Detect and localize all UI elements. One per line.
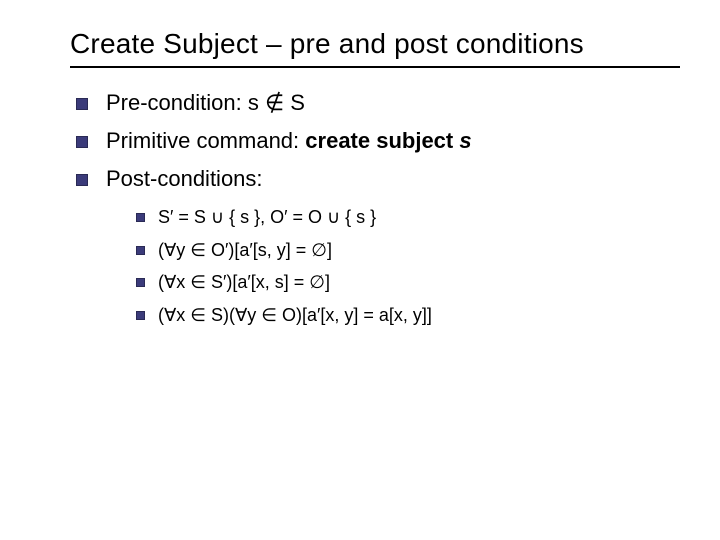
- notin-symbol: ∉: [265, 90, 284, 115]
- primcmd-italic-s: s: [459, 128, 471, 153]
- bullet-primitive-command: Primitive command: create subject s: [70, 124, 680, 158]
- title-underline: [70, 66, 680, 68]
- primcmd-prefix: Primitive command:: [106, 128, 305, 153]
- bullet-postconditions: Post-conditions: S′ = S ∪ { s }, O′ = O …: [70, 162, 680, 330]
- sub-bullet-2: (∀y ∈ O′)[a′[s, y] = ∅]: [132, 235, 680, 266]
- slide: Create Subject – pre and post conditions…: [0, 0, 720, 540]
- precond-suffix: S: [284, 90, 305, 115]
- sub-bullet-4: (∀x ∈ S)(∀y ∈ O)[a′[x, y] = a[x, y]]: [132, 300, 680, 331]
- slide-title: Create Subject – pre and post conditions: [70, 28, 680, 60]
- precond-prefix: Pre-condition: s: [106, 90, 265, 115]
- bullet-precondition: Pre-condition: s ∉ S: [70, 86, 680, 120]
- primcmd-bold: create subject: [305, 128, 459, 153]
- top-bullet-list: Pre-condition: s ∉ S Primitive command: …: [70, 86, 680, 331]
- sub-bullet-3: (∀x ∈ S′)[a′[x, s] = ∅]: [132, 267, 680, 298]
- sub-bullet-1: S′ = S ∪ { s }, O′ = O ∪ { s }: [132, 202, 680, 233]
- sub-bullet-list: S′ = S ∪ { s }, O′ = O ∪ { s } (∀y ∈ O′)…: [132, 202, 680, 330]
- postcond-label: Post-conditions:: [106, 166, 263, 191]
